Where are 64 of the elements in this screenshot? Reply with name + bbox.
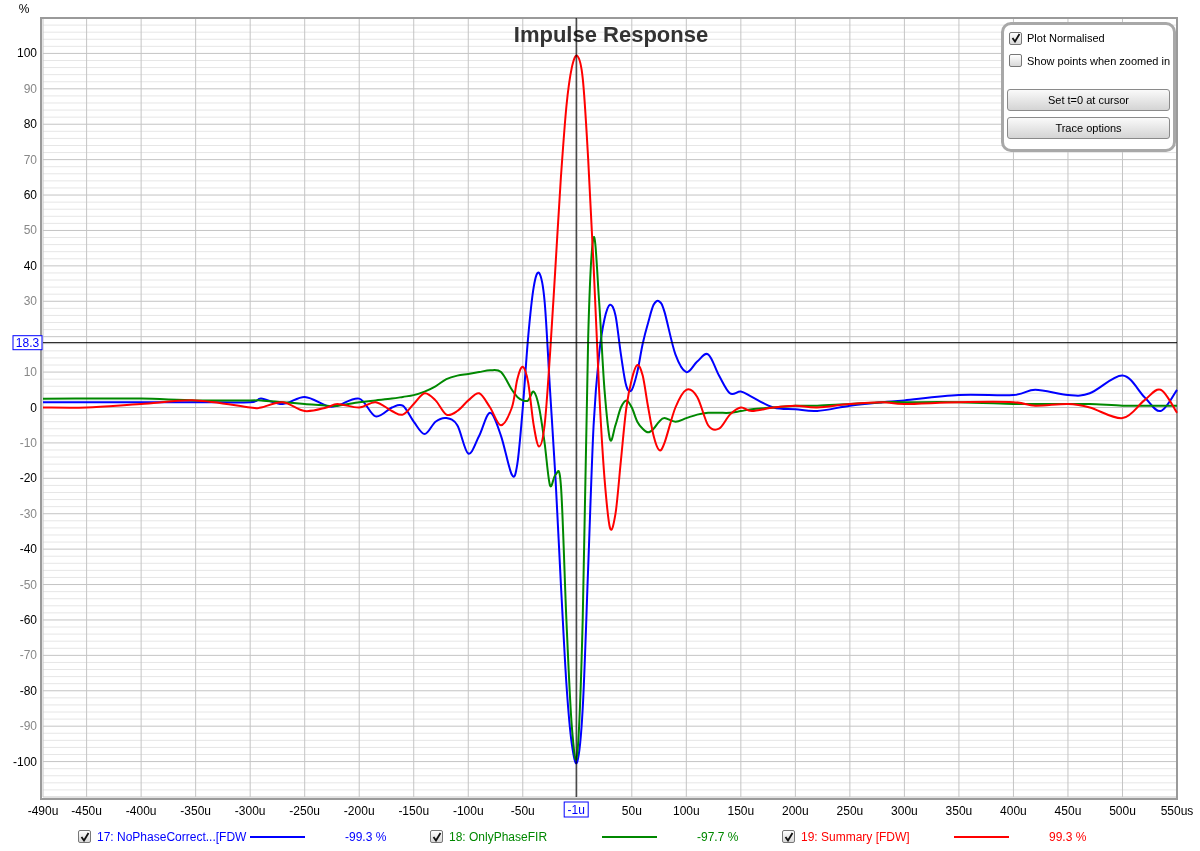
x-tick-label: -250u: [289, 804, 321, 818]
y-tick-label: 80: [23, 117, 37, 132]
x-tick-label: -450u: [71, 804, 102, 818]
trace-value: 99.3 %: [1049, 828, 1087, 846]
y-tick-label: -50: [19, 577, 37, 592]
checkbox[interactable]: [1009, 31, 1022, 45]
y-axis-unit: %: [18, 2, 30, 16]
x-tick-label: -100u: [452, 804, 484, 818]
x-tick-label: -490u: [27, 804, 59, 818]
cursor-y-readout: 18.3: [12, 335, 43, 351]
trace-value: -97.7 %: [697, 828, 739, 846]
check-icon: [783, 831, 794, 842]
x-tick-label: 350u: [945, 804, 973, 818]
y-tick-label: 50: [23, 223, 37, 238]
x-tick-label: -150u: [398, 804, 430, 818]
x-tick-label: -300u: [234, 804, 266, 818]
y-tick-label: 0: [30, 400, 37, 415]
y-tick-label: 90: [23, 81, 37, 96]
y-tick-label: 30: [23, 294, 37, 309]
trace-name: 17: NoPhaseCorrect...[FDW: [97, 828, 248, 846]
y-tick-label: 10: [23, 365, 37, 380]
checkbox[interactable]: [1009, 54, 1022, 68]
x-tick-label: 500u: [1109, 804, 1136, 818]
checkbox-label[interactable]: Show points when zoomed in: [1027, 52, 1171, 69]
check-icon: [431, 831, 442, 842]
y-tick-label: -100: [12, 754, 37, 769]
x-tick-label: -50u: [510, 804, 535, 818]
checkbox[interactable]: [430, 830, 443, 843]
y-tick-label: -90: [19, 719, 37, 734]
x-tick-label: 300u: [891, 804, 918, 818]
ref-line-label: -1u: [567, 803, 585, 817]
y-tick-label: -80: [19, 683, 37, 698]
y-tick-label: 70: [23, 152, 37, 167]
y-tick-label: -30: [19, 506, 37, 521]
y-tick-label: -40: [19, 542, 37, 557]
check-icon: [79, 831, 90, 842]
y-tick-label: -10: [19, 435, 37, 450]
x-tick-label: -350u: [180, 804, 211, 818]
x-tick-label: -200u: [343, 804, 375, 818]
x-tick-label: 50u: [621, 804, 642, 818]
x-tick-label: 100u: [673, 804, 700, 818]
x-tick-label: 200u: [782, 804, 809, 818]
y-tick-label: -20: [19, 471, 37, 486]
panel-button[interactable]: Trace options: [1007, 117, 1170, 139]
checkbox[interactable]: [78, 830, 91, 843]
y-tick-label: -60: [19, 612, 37, 627]
y-tick-label: 40: [23, 258, 37, 273]
check-icon: [1010, 33, 1021, 44]
x-tick-label: 550us: [1160, 804, 1194, 818]
y-tick-label: -70: [19, 648, 37, 663]
x-tick-label: 150u: [727, 804, 755, 818]
trace-name: 18: OnlyPhaseFIR: [449, 828, 549, 846]
x-tick-label: 450u: [1054, 804, 1082, 818]
checkbox[interactable]: [782, 830, 795, 843]
x-tick-label: 400u: [1000, 804, 1027, 818]
checkbox-label[interactable]: Plot Normalised: [1027, 30, 1105, 47]
x-tick-label: 250u: [836, 804, 864, 818]
trace-name: 19: Summary [FDW]: [801, 828, 911, 846]
y-tick-label: 100: [16, 46, 37, 61]
cursor-x-readout: -1u: [563, 801, 589, 818]
trace-value: -99.3 %: [345, 828, 387, 846]
x-tick-label: -400u: [125, 804, 157, 818]
y-tick-label: 60: [23, 188, 37, 203]
panel-button[interactable]: Set t=0 at cursor: [1007, 89, 1170, 111]
